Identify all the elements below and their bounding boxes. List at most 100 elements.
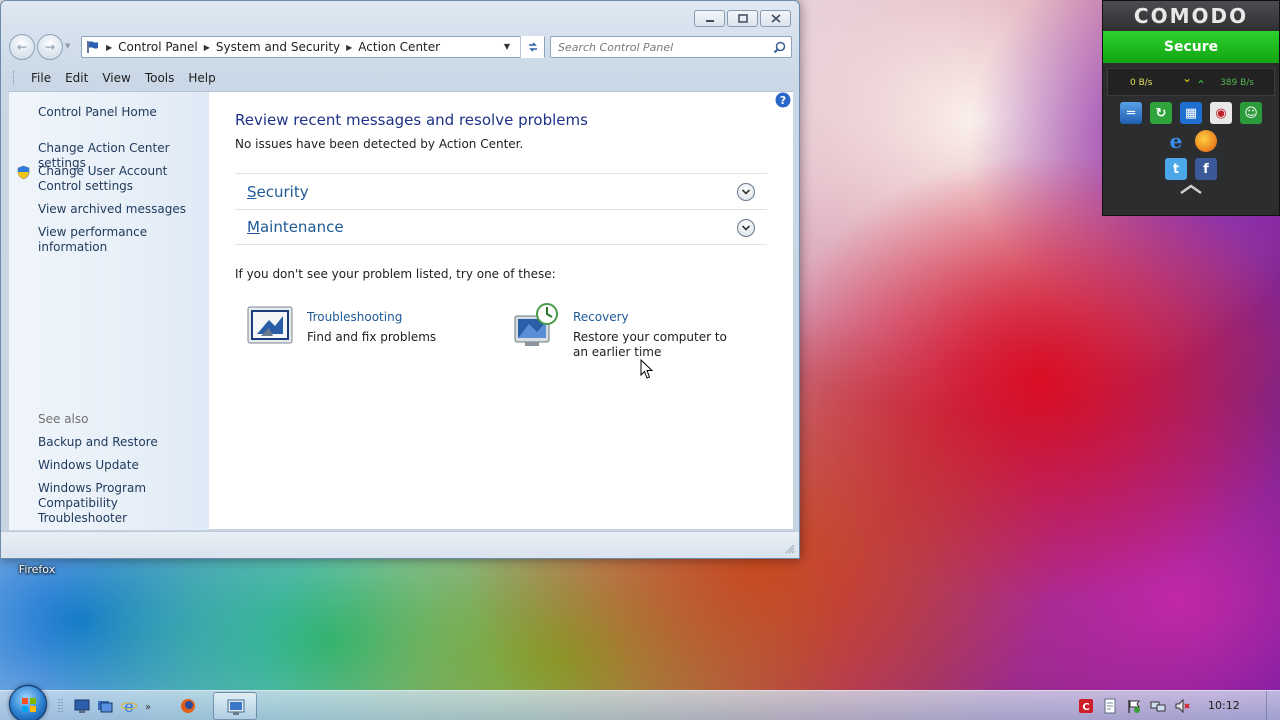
menu-tools[interactable]: Tools [138, 71, 182, 85]
task-pane: Control Panel Home Change Action Center … [9, 92, 209, 530]
address-dropdown-icon[interactable]: ▼ [504, 42, 510, 51]
view-archived-messages-link[interactable]: View archived messages [38, 202, 206, 217]
comodo-social-row: t f [1103, 158, 1279, 180]
close-icon [770, 14, 781, 23]
expand-maintenance-button[interactable] [737, 219, 755, 237]
support-icon[interactable]: ☺ [1240, 102, 1262, 124]
search-box [550, 36, 792, 58]
breadcrumb-arrow-icon[interactable]: ▶ [346, 43, 352, 52]
menu-view[interactable]: View [95, 71, 137, 85]
windows-logo-icon [22, 698, 36, 712]
close-button[interactable] [760, 10, 791, 27]
backup-and-restore-link[interactable]: Backup and Restore [38, 435, 206, 450]
network-traffic-meter[interactable]: 0 B/s ⌄ ⌃ 389 B/s [1107, 68, 1275, 96]
view-performance-information-link[interactable]: View performance information [38, 225, 206, 255]
comodo-tray-icon[interactable]: C [1078, 698, 1094, 714]
network-tray-icon[interactable] [1150, 698, 1166, 714]
security-section-label[interactable]: Security [247, 183, 309, 201]
forward-button[interactable]: → [37, 34, 63, 60]
update-icon[interactable]: ↻ [1150, 102, 1172, 124]
upload-arrow-icon: ⌃ [1196, 78, 1207, 92]
troubleshooting-icon[interactable] [247, 306, 293, 348]
firefox-taskbar-icon[interactable] [180, 698, 196, 714]
taskbar-clock[interactable]: 10:12 [1208, 699, 1240, 712]
breadcrumb-item[interactable]: System and Security [216, 40, 340, 54]
security-section[interactable]: Security [235, 173, 767, 209]
change-uac-settings-link[interactable]: Change User Account Control settings [38, 164, 206, 194]
recent-pages-dropdown-icon[interactable]: ▼ [65, 42, 70, 50]
collapse-widget-button[interactable] [1103, 184, 1279, 194]
show-desktop-quicklaunch-icon[interactable] [74, 698, 90, 714]
show-desktop-button[interactable] [1266, 691, 1280, 720]
restore-icon [737, 14, 748, 23]
download-rate: 0 B/s [1130, 78, 1153, 88]
antivirus-icon[interactable]: ◉ [1210, 102, 1232, 124]
maximize-button[interactable] [727, 10, 758, 27]
recovery-icon[interactable] [513, 302, 559, 348]
program-compatibility-troubleshooter-link[interactable]: Windows Program Compatibility Troublesho… [38, 481, 206, 526]
section-label-rest: ecurity [256, 182, 309, 201]
more-quicklaunch-icon[interactable]: » [144, 698, 152, 714]
expand-security-button[interactable] [737, 183, 755, 201]
maintenance-section-label[interactable]: Maintenance [247, 218, 344, 236]
mouse-cursor-icon [640, 359, 653, 379]
help-icon[interactable]: ? [775, 92, 791, 108]
minimize-icon [705, 19, 714, 22]
comodo-browsers-row: e [1103, 129, 1279, 153]
internet-explorer-icon[interactable]: e [1165, 129, 1187, 153]
chevron-up-icon [1180, 184, 1202, 194]
sandbox-icon[interactable]: ▦ [1180, 102, 1202, 124]
control-panel-home-link[interactable]: Control Panel Home [38, 105, 206, 120]
page-title: Review recent messages and resolve probl… [235, 111, 588, 129]
action-center-taskbar-button[interactable] [213, 692, 257, 720]
internet-explorer-icon[interactable]: e [121, 698, 137, 714]
suggestion-text: If you don't see your problem listed, tr… [235, 267, 556, 281]
back-arrow-icon: ← [16, 40, 28, 54]
recovery-link[interactable]: Recovery [573, 310, 629, 324]
document-tray-icon[interactable] [1102, 698, 1118, 714]
start-button[interactable] [9, 685, 47, 720]
breadcrumb-item[interactable]: Control Panel [118, 40, 198, 54]
quicklaunch-grip-icon[interactable] [58, 698, 64, 714]
back-button[interactable]: ← [9, 34, 35, 60]
comodo-widget: COMODO Secure 0 B/s ⌄ ⌃ 389 B/s ═ ↻ ▦ ◉ … [1102, 0, 1280, 216]
chevron-down-icon [741, 189, 751, 195]
twitter-icon[interactable]: t [1165, 158, 1187, 180]
facebook-icon[interactable]: f [1195, 158, 1217, 180]
desktop-icon-label-firefox[interactable]: Firefox [14, 563, 60, 576]
section-accesskey: S [247, 182, 257, 201]
window-caption-buttons [694, 10, 791, 27]
comodo-status[interactable]: Secure [1103, 31, 1279, 63]
address-bar[interactable]: ▶ Control Panel ▶ System and Security ▶ … [81, 36, 545, 58]
minimize-button[interactable] [694, 10, 725, 27]
svg-text:C: C [1082, 702, 1089, 713]
breadcrumb-arrow-icon[interactable]: ▶ [204, 43, 210, 52]
comodo-logo[interactable]: COMODO [1103, 1, 1279, 31]
windows-update-link[interactable]: Windows Update [38, 458, 206, 473]
resize-grip-icon[interactable] [785, 544, 795, 554]
firewall-icon[interactable]: ═ [1120, 102, 1142, 124]
troubleshooting-link[interactable]: Troubleshooting [307, 310, 402, 324]
breadcrumb-item[interactable]: Action Center [358, 40, 440, 54]
menu-edit[interactable]: Edit [58, 71, 95, 85]
page-subtitle: No issues have been detected by Action C… [235, 137, 524, 151]
maintenance-section[interactable]: Maintenance [235, 209, 767, 245]
refresh-button[interactable] [520, 36, 544, 58]
breadcrumb-arrow-icon[interactable]: ▶ [106, 43, 112, 52]
firefox-icon[interactable] [1195, 130, 1217, 152]
menu-file[interactable]: File [24, 71, 58, 85]
main-content: Review recent messages and resolve probl… [235, 92, 791, 530]
svg-text:?: ? [780, 94, 786, 107]
forward-arrow-icon: → [44, 40, 56, 54]
taskbar: e » C 10:12 [0, 685, 1280, 720]
switch-windows-icon[interactable] [97, 698, 113, 714]
svg-text:»: » [145, 702, 151, 713]
search-input[interactable] [551, 37, 766, 57]
volume-muted-tray-icon[interactable] [1174, 698, 1190, 714]
section-accesskey: M [247, 218, 260, 236]
search-icon[interactable] [773, 41, 786, 54]
action-center-window: ← → ▼ ▶ Control Panel ▶ System and Secur… [0, 0, 800, 559]
action-center-tray-icon[interactable] [1126, 698, 1142, 714]
menu-help[interactable]: Help [181, 71, 222, 85]
svg-text:e: e [124, 698, 133, 714]
